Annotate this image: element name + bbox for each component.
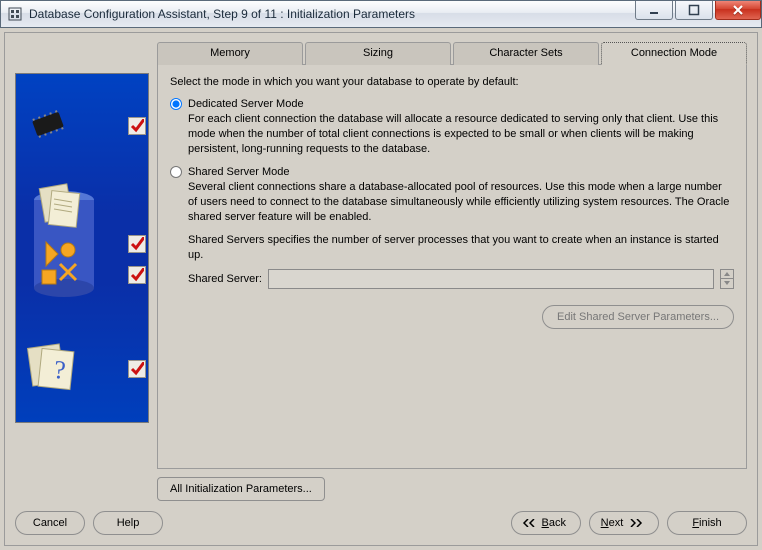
help-files-icon: ?	[24, 340, 84, 397]
wizard-footer: Cancel Help Back Next Finish	[15, 511, 747, 535]
title-bar: Database Configuration Assistant, Step 9…	[0, 0, 762, 28]
check-icon	[128, 360, 146, 378]
spinner-down-icon[interactable]	[721, 278, 733, 288]
wizard-sidebar: ?	[15, 73, 149, 423]
all-initialization-parameters-button[interactable]: All Initialization Parameters...	[157, 477, 325, 501]
dedicated-mode-label: Dedicated Server Mode	[188, 98, 304, 110]
tab-connection-mode[interactable]: Connection Mode	[601, 42, 747, 65]
check-icon	[128, 235, 146, 253]
window-buttons	[633, 1, 761, 27]
finish-button[interactable]: Finish	[667, 511, 747, 535]
tab-memory[interactable]: Memory	[157, 42, 303, 65]
sidebar-step-charsets	[16, 266, 148, 284]
app-icon	[7, 6, 23, 22]
spinner-up-icon[interactable]	[721, 270, 733, 279]
shared-server-input[interactable]	[268, 269, 714, 289]
sidebar-step-connmode: ?	[16, 340, 148, 397]
check-icon	[128, 117, 146, 135]
dedicated-mode-block: Dedicated Server Mode For each client co…	[170, 98, 734, 157]
shared-mode-label: Shared Server Mode	[188, 166, 290, 178]
back-button[interactable]: Back	[511, 511, 581, 535]
dedicated-mode-radio[interactable]	[170, 98, 182, 110]
shared-server-label: Shared Server:	[188, 273, 262, 285]
chip-icon	[24, 106, 72, 145]
window-title: Database Configuration Assistant, Step 9…	[29, 7, 633, 21]
shared-mode-block: Shared Server Mode Several client connec…	[170, 166, 734, 328]
intro-text: Select the mode in which you want your d…	[170, 75, 734, 90]
edit-shared-parameters-button[interactable]: Edit Shared Server Parameters...	[542, 305, 734, 329]
finish-button-rest: inish	[699, 517, 722, 529]
sidebar-step-memory	[16, 106, 148, 145]
cancel-button[interactable]: Cancel	[15, 511, 85, 535]
connection-mode-panel: Select the mode in which you want your d…	[157, 64, 747, 469]
shared-mode-description: Several client connections share a datab…	[188, 180, 734, 225]
help-button[interactable]: Help	[93, 511, 163, 535]
next-button[interactable]: Next	[589, 511, 659, 535]
next-arrow-icon	[629, 519, 643, 527]
wizard-frame: ? Memory Sizing Character Sets Connectio…	[4, 32, 758, 546]
main-panel: Memory Sizing Character Sets Connection …	[157, 41, 747, 501]
tab-character-sets[interactable]: Character Sets	[453, 42, 599, 65]
maximize-button[interactable]	[675, 1, 713, 20]
database-files-icon	[24, 182, 104, 305]
dedicated-mode-description: For each client connection the database …	[188, 112, 734, 157]
next-button-rest: ext	[609, 517, 624, 529]
back-button-rest: ack	[549, 517, 566, 529]
check-icon	[128, 266, 146, 284]
shared-server-spinner[interactable]	[720, 269, 734, 289]
shared-servers-note: Shared Servers specifies the number of s…	[188, 233, 734, 263]
tab-sizing[interactable]: Sizing	[305, 42, 451, 65]
tab-bar: Memory Sizing Character Sets Connection …	[157, 41, 747, 64]
shared-mode-radio[interactable]	[170, 166, 182, 178]
close-button[interactable]	[715, 1, 761, 20]
back-arrow-icon	[522, 519, 536, 527]
minimize-button[interactable]	[635, 1, 673, 20]
sidebar-step-sizing	[16, 182, 148, 305]
